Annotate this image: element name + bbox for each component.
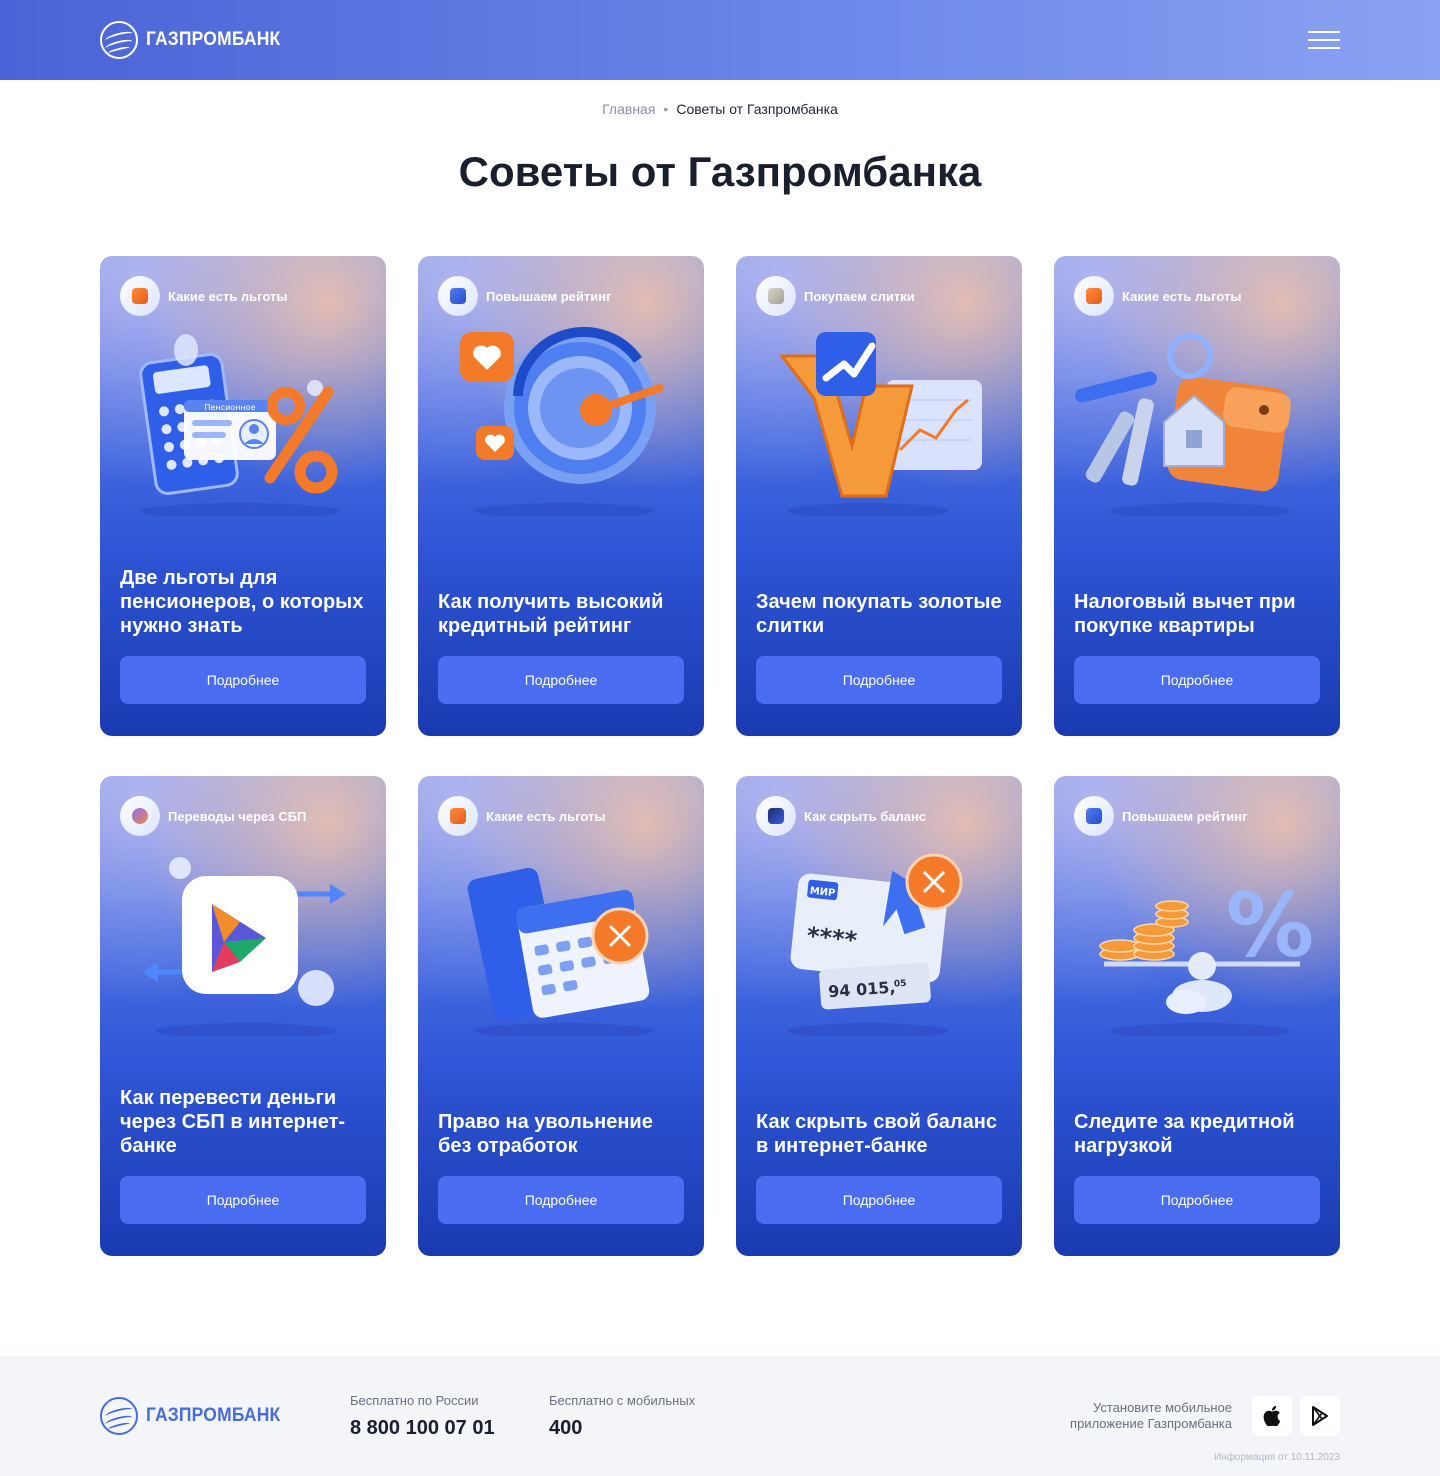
more-button[interactable]: Подробнее <box>438 656 684 704</box>
card-title: Зачем покупать золотые слитки <box>756 591 1002 637</box>
rating-tag-icon <box>1074 796 1114 836</box>
logo[interactable]: ГАЗПРОМБАНК <box>100 21 292 59</box>
footer-logo[interactable]: ГАЗПРОМБАНК <box>100 1397 292 1435</box>
card-title: Две льготы для пенсионеров, о которых ну… <box>120 567 364 637</box>
article-card-hide-balance[interactable]: Как скрыть баланс МИР **** 94 015, 05 Ка… <box>736 776 1022 1256</box>
card-title: Как перевести деньги через СБП в интерне… <box>120 1087 346 1157</box>
card-tag: Покупаем слитки <box>756 276 915 316</box>
rating-tag-icon <box>438 276 478 316</box>
card-tag: Повышаем рейтинг <box>1074 796 1248 836</box>
sbp-tag-icon <box>120 796 160 836</box>
card-title: Право на увольнение без отработок <box>438 1111 653 1157</box>
article-card-sbp-transfer[interactable]: Переводы через СБП Как перевести деньги … <box>100 776 386 1256</box>
article-card-tax-deduction[interactable]: Какие есть льготы Налоговый вычет при по… <box>1054 256 1340 736</box>
more-button[interactable]: Подробнее <box>120 656 366 704</box>
breadcrumb-home-link[interactable]: Главная <box>602 101 655 117</box>
breadcrumb-current: Советы от Газпромбанка <box>676 101 838 117</box>
gold-chart-illustration <box>778 332 982 516</box>
phone-russia-number[interactable]: 8 800 100 07 01 <box>350 1415 495 1441</box>
site-footer: ГАЗПРОМБАНК Бесплатно по России 8 800 10… <box>0 1356 1440 1476</box>
article-card-resignation[interactable]: Какие есть льготы Право на увольнение бе… <box>418 776 704 1256</box>
article-card-pension-benefits[interactable]: Какие есть льготы Пенсионное Две льготы … <box>100 256 386 736</box>
calendar-folder-illustration <box>467 867 654 1036</box>
pension-badge-label: Пенсионное <box>205 403 256 412</box>
article-card-credit-load[interactable]: Повышаем рейтинг % Следите за кредитной … <box>1054 776 1340 1256</box>
phone-mobile-block: Бесплатно с мобильных 400 <box>549 1393 695 1441</box>
scales-coins-percent-illustration: % <box>1099 874 1314 1036</box>
card-tag: Какие есть льготы <box>1074 276 1242 316</box>
keys-wallet-illustration <box>1075 333 1291 516</box>
more-button[interactable]: Подробнее <box>438 1176 684 1224</box>
apple-icon <box>1263 1406 1281 1426</box>
percent-sign: % <box>1226 874 1314 977</box>
breadcrumb-separator: • <box>663 101 669 117</box>
speedometer-hearts-illustration <box>460 326 664 516</box>
gazprombank-logo-icon <box>100 1397 138 1435</box>
phone-mobile-number[interactable]: 400 <box>549 1415 695 1441</box>
card-tag-label: Как скрыть баланс <box>804 808 927 824</box>
info-date: Информация от 10.11.2023 <box>1213 1452 1340 1463</box>
card-tag-label: Какие есть льготы <box>486 808 606 824</box>
menu-burger-icon[interactable] <box>1306 28 1342 52</box>
install-app-text: Установите мобильное приложение Газпромб… <box>1070 1400 1232 1431</box>
bank-card-balance-illustration: МИР **** 94 015, 05 <box>788 853 963 1036</box>
more-button[interactable]: Подробнее <box>756 1176 1002 1224</box>
card-tag-label: Повышаем рейтинг <box>1122 808 1248 824</box>
masked-card-digits: **** <box>805 922 858 955</box>
card-title: Как скрыть свой баланс в интернет-банке <box>756 1111 997 1157</box>
google-play-icon <box>1312 1406 1328 1426</box>
more-button[interactable]: Подробнее <box>1074 656 1320 704</box>
more-button[interactable]: Подробнее <box>120 1176 366 1224</box>
card-title: Как получить высокий кредитный рейтинг <box>438 591 664 637</box>
card-tag: Какие есть льготы <box>438 796 606 836</box>
card-tag: Какие есть льготы <box>120 276 288 316</box>
footer-logo-text: ГАЗПРОМБАНК <box>146 1405 281 1426</box>
app-store-button[interactable] <box>1252 1396 1292 1436</box>
card-tag: Переводы через СБП <box>120 796 306 836</box>
gazprombank-logo-icon <box>100 21 138 59</box>
article-card-credit-rating[interactable]: Повышаем рейтинг Как получить высокий кр… <box>418 256 704 736</box>
more-button[interactable]: Подробнее <box>1074 1176 1320 1224</box>
benefits-tag-icon <box>438 796 478 836</box>
site-header: ГАЗПРОМБАНК <box>0 0 1440 80</box>
card-tag: Как скрыть баланс <box>756 796 926 836</box>
google-play-button[interactable] <box>1300 1396 1340 1436</box>
phone-russia-label: Бесплатно по России <box>350 1393 479 1408</box>
card-title: Следите за кредитной нагрузкой <box>1074 1111 1295 1157</box>
benefits-tag-icon <box>1074 276 1114 316</box>
more-button[interactable]: Подробнее <box>756 656 1002 704</box>
article-card-gold-bars[interactable]: Покупаем слитки Зачем покупать золотые с… <box>736 256 1022 736</box>
card-tag-label: Переводы через СБП <box>168 808 307 824</box>
balance-cents: 05 <box>894 979 907 990</box>
sbp-logo-illustration <box>142 857 346 1036</box>
wallet-tag-icon <box>756 796 796 836</box>
card-tag-label: Какие есть льготы <box>168 288 288 304</box>
card-tag-label: Покупаем слитки <box>804 288 915 304</box>
logo-text: ГАЗПРОМБАНК <box>146 29 281 50</box>
card-tag: Повышаем рейтинг <box>438 276 612 316</box>
phone-russia-block: Бесплатно по России 8 800 100 07 01 <box>350 1393 495 1441</box>
gold-bar-tag-icon <box>756 276 796 316</box>
phone-mobile-label: Бесплатно с мобильных <box>549 1393 696 1408</box>
card-title: Налоговый вычет при покупке квартиры <box>1074 591 1296 637</box>
benefits-tag-icon <box>120 276 160 316</box>
page-title: Советы от Газпромбанка <box>458 148 982 195</box>
calculator-percent-illustration: Пенсионное <box>139 334 340 516</box>
card-tag-label: Какие есть льготы <box>1122 288 1242 304</box>
card-tag-label: Повышаем рейтинг <box>486 288 612 304</box>
breadcrumb: Главная • Советы от Газпромбанка <box>0 100 1440 118</box>
